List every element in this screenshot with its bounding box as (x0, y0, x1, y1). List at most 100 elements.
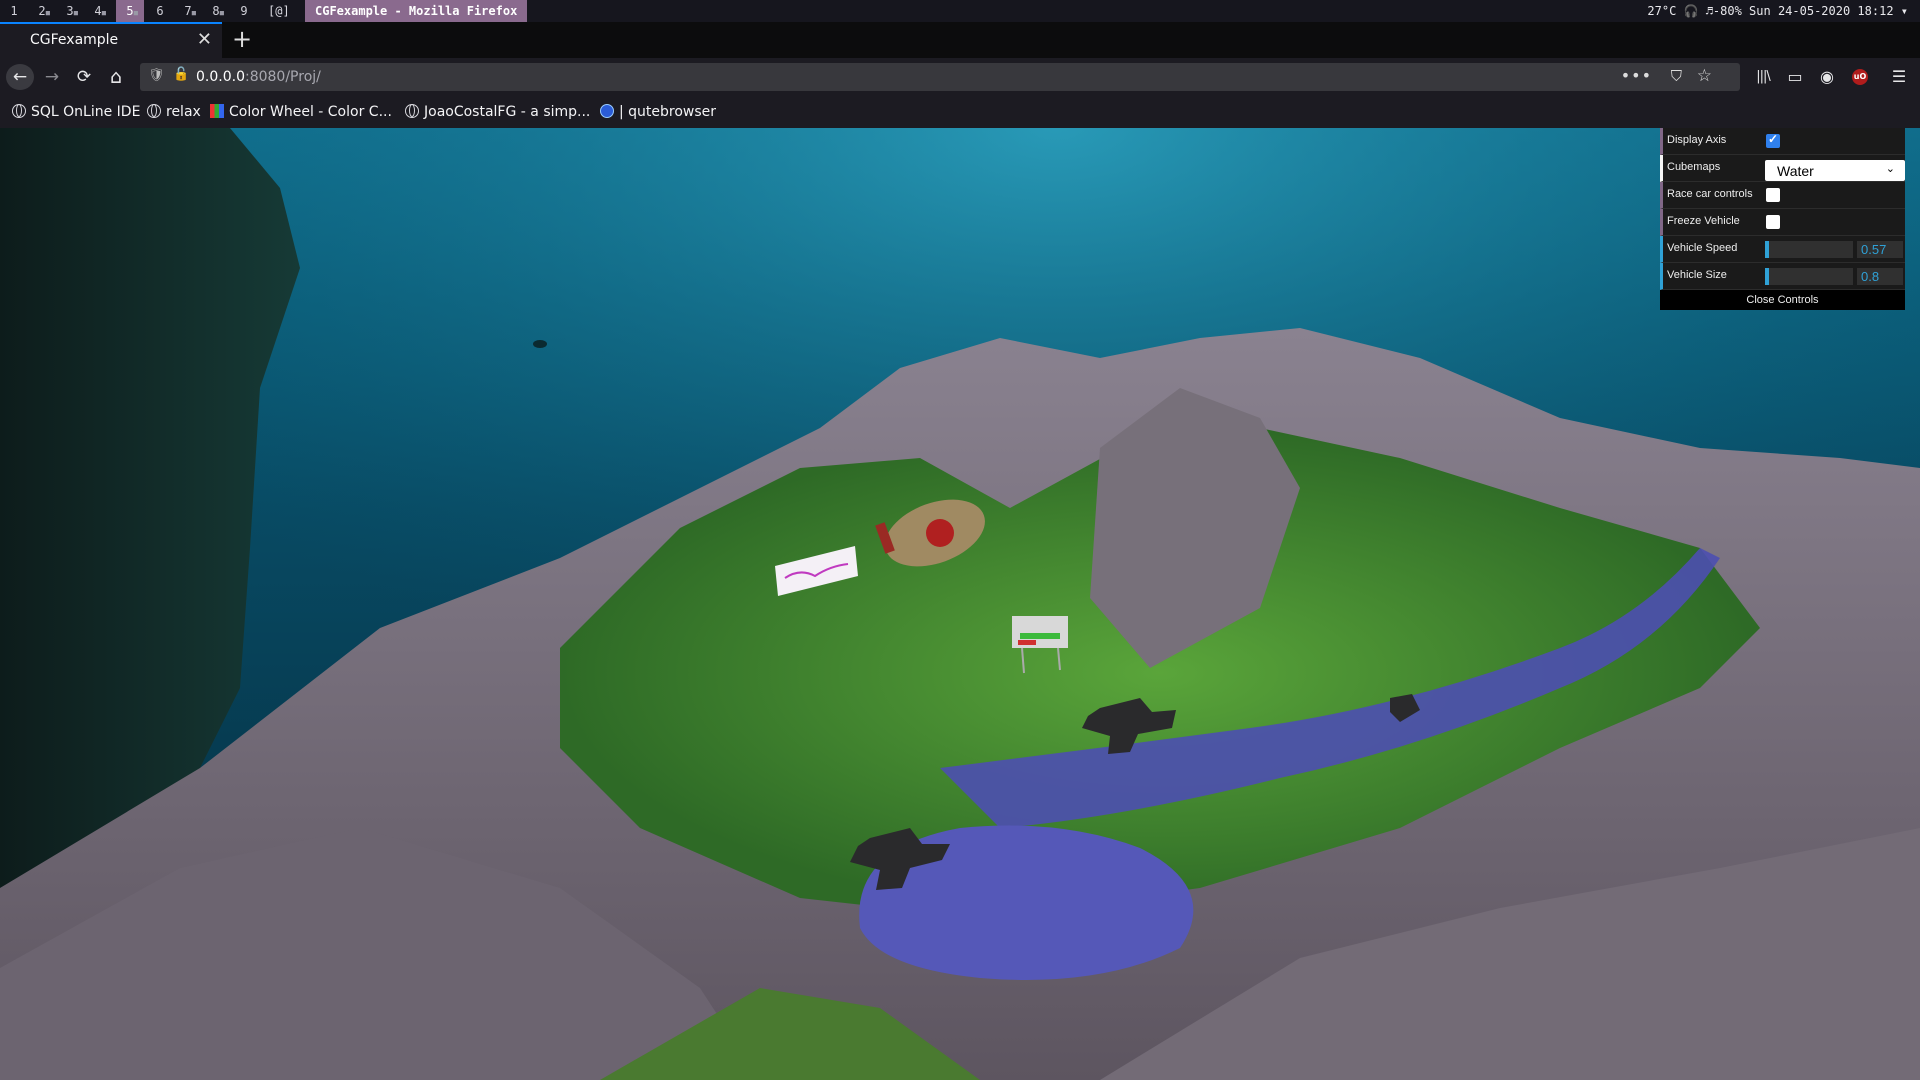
workspace-label: 3 (66, 4, 74, 18)
library-icon[interactable]: |||\ (1750, 64, 1776, 90)
cubemaps-label: Cubemaps (1667, 161, 1721, 173)
vehicle-size-input[interactable]: 0.8 (1857, 268, 1903, 285)
bookmark-joaocostalfg[interactable]: JoaoCostalFG - a simp... (405, 104, 590, 120)
bookmarks-toolbar: SQL OnLine IDE relax Color Wheel - Color… (0, 96, 1920, 128)
vehicle-size-row[interactable]: Vehicle Size 0.8 (1660, 263, 1905, 290)
bookmark-label: | qutebrowser (619, 104, 717, 120)
close-controls-button[interactable]: Close Controls (1660, 290, 1905, 310)
bookmark-label: Color Wheel - Color C... (229, 104, 392, 120)
globe-icon (147, 104, 161, 118)
occupied-indicator-icon: ■ (73, 9, 78, 17)
close-tab-icon[interactable]: ✕ (197, 29, 212, 50)
workspace-9[interactable]: 9 (230, 0, 258, 22)
color-wheel-icon (210, 104, 224, 118)
vehicle-size-slider[interactable] (1765, 268, 1853, 285)
freeze-vehicle-label: Freeze Vehicle (1667, 215, 1740, 227)
race-car-controls-checkbox[interactable] (1766, 188, 1780, 202)
occupied-indicator-icon: ■ (191, 9, 196, 17)
race-car-controls-label: Race car controls (1667, 188, 1753, 200)
workspace-4[interactable]: 4 ■ (84, 0, 112, 22)
vehicle-size-label: Vehicle Size (1667, 269, 1727, 281)
race-car-controls-row[interactable]: Race car controls (1660, 182, 1905, 209)
layout-indicator[interactable]: [@] (268, 0, 290, 22)
bookmark-label: SQL OnLine IDE (31, 104, 141, 120)
url-host: 0.0.0.0 (196, 69, 245, 85)
vehicle-speed-row[interactable]: Vehicle Speed 0.57 (1660, 236, 1905, 263)
display-axis-checkbox[interactable] (1766, 132, 1780, 148)
workspace-5[interactable]: 5 ■ (116, 0, 144, 22)
workspace-label: 8 (212, 4, 220, 18)
workspace-3[interactable]: 3 ■ (56, 0, 84, 22)
navigation-toolbar: ← → ⟳ ⌂ 🛡 🔓 0.0.0.0:8080/Proj/ ••• ⛉ ☆ |… (0, 58, 1920, 96)
display-axis-row[interactable]: Display Axis (1660, 128, 1905, 155)
home-button[interactable]: ⌂ (102, 64, 130, 90)
workspace-label: 2 (38, 4, 46, 18)
vehicle-speed-fill (1765, 241, 1770, 258)
ublock-origin-icon[interactable]: uO (1852, 69, 1868, 85)
new-tab-button[interactable]: + (232, 24, 252, 54)
bookmark-star-icon[interactable]: ☆ (1697, 66, 1712, 86)
fish (533, 340, 547, 348)
tab-cgfexample[interactable]: CGFexample ✕ (0, 22, 222, 58)
reload-button[interactable]: ⟳ (70, 64, 98, 90)
cubemaps-value: Water (1777, 163, 1814, 179)
tab-strip: CGFexample ✕ + (0, 22, 1920, 58)
bookmark-qutebrowser[interactable]: | qutebrowser (600, 104, 716, 120)
workspace-label: 7 (184, 4, 192, 18)
pocket-icon[interactable]: ⛉ (1671, 67, 1682, 85)
url-text[interactable]: 0.0.0.0:8080/Proj/ (196, 69, 321, 85)
workspace-label: 9 (240, 4, 248, 18)
reload-icon: ⟳ (76, 67, 92, 87)
bookmark-label: JoaoCostalFG - a simp... (424, 104, 591, 120)
tab-title: CGFexample (30, 32, 119, 48)
workspace-6[interactable]: 6 (146, 0, 174, 22)
vehicle-size-fill (1765, 268, 1769, 285)
webgl-canvas[interactable] (0, 128, 1920, 1080)
page-actions-icon[interactable]: ••• (1621, 66, 1652, 85)
tracking-protection-icon[interactable]: 🛡 (148, 68, 165, 83)
workspace-label: 6 (156, 4, 164, 18)
occupied-indicator-icon: ■ (133, 9, 138, 17)
forward-button[interactable]: → (38, 64, 66, 90)
hamburger-menu-icon[interactable]: ☰ (1886, 64, 1912, 90)
workspace-8[interactable]: 8 ■ (202, 0, 230, 22)
workspace-1[interactable]: 1 (0, 0, 28, 22)
workspace-7[interactable]: 7 ■ (174, 0, 202, 22)
url-path: :8080/Proj/ (244, 69, 321, 85)
freeze-vehicle-row[interactable]: Freeze Vehicle (1660, 209, 1905, 236)
display-axis-label: Display Axis (1667, 134, 1727, 146)
vehicle-speed-input[interactable]: 0.57 (1857, 241, 1903, 258)
window-title: CGFexample - Mozilla Firefox (305, 0, 528, 22)
account-icon[interactable]: ◉ (1814, 64, 1840, 90)
bookmark-label: relax (166, 104, 201, 120)
workspace-label: 1 (10, 4, 18, 18)
globe-icon (12, 104, 26, 118)
occupied-indicator-icon: ■ (219, 9, 224, 17)
bookmark-color-wheel[interactable]: Color Wheel - Color C... (210, 104, 392, 120)
sidebar-icon[interactable]: ▭ (1782, 64, 1808, 90)
chevron-down-icon: ⌄ (1885, 163, 1895, 175)
scene-render (0, 128, 1920, 1080)
home-icon: ⌂ (109, 66, 123, 88)
occupied-indicator-icon: ■ (101, 9, 106, 17)
cubemaps-select[interactable]: Water ⌄ (1765, 160, 1905, 181)
occupied-indicator-icon: ■ (45, 9, 50, 17)
workspace-label: 5 (126, 4, 134, 18)
bookmark-relax[interactable]: relax (147, 104, 201, 120)
qutebrowser-icon (600, 104, 614, 118)
vehicle-speed-slider[interactable] (1765, 241, 1853, 258)
workspace-2[interactable]: 2 ■ (28, 0, 56, 22)
workspace-label: 4 (94, 4, 102, 18)
insecure-connection-icon[interactable]: 🔓 (173, 67, 189, 82)
forward-arrow-icon: → (44, 67, 60, 87)
window-manager-bar: 1 2 ■ 3 ■ 4 ■ 5 ■ 6 7 ■ 8 ■ 9 [@] CGFexample -… (0, 0, 1920, 22)
status-area: 27°C 🎧 ♬-80% Sun 24-05-2020 18:12 ▾ (1647, 4, 1908, 18)
controls-panel: Display Axis Cubemaps Water ⌄ Race car c… (1660, 128, 1905, 310)
cubemaps-row[interactable]: Cubemaps Water ⌄ (1660, 155, 1905, 182)
back-arrow-icon: ← (12, 67, 28, 87)
vehicle-speed-label: Vehicle Speed (1667, 242, 1738, 254)
freeze-vehicle-checkbox[interactable] (1766, 215, 1780, 229)
url-bar[interactable]: 🛡 🔓 0.0.0.0:8080/Proj/ ••• ⛉ ☆ (140, 63, 1740, 91)
bookmark-sql-online-ide[interactable]: SQL OnLine IDE (12, 104, 140, 120)
back-button[interactable]: ← (6, 64, 34, 90)
